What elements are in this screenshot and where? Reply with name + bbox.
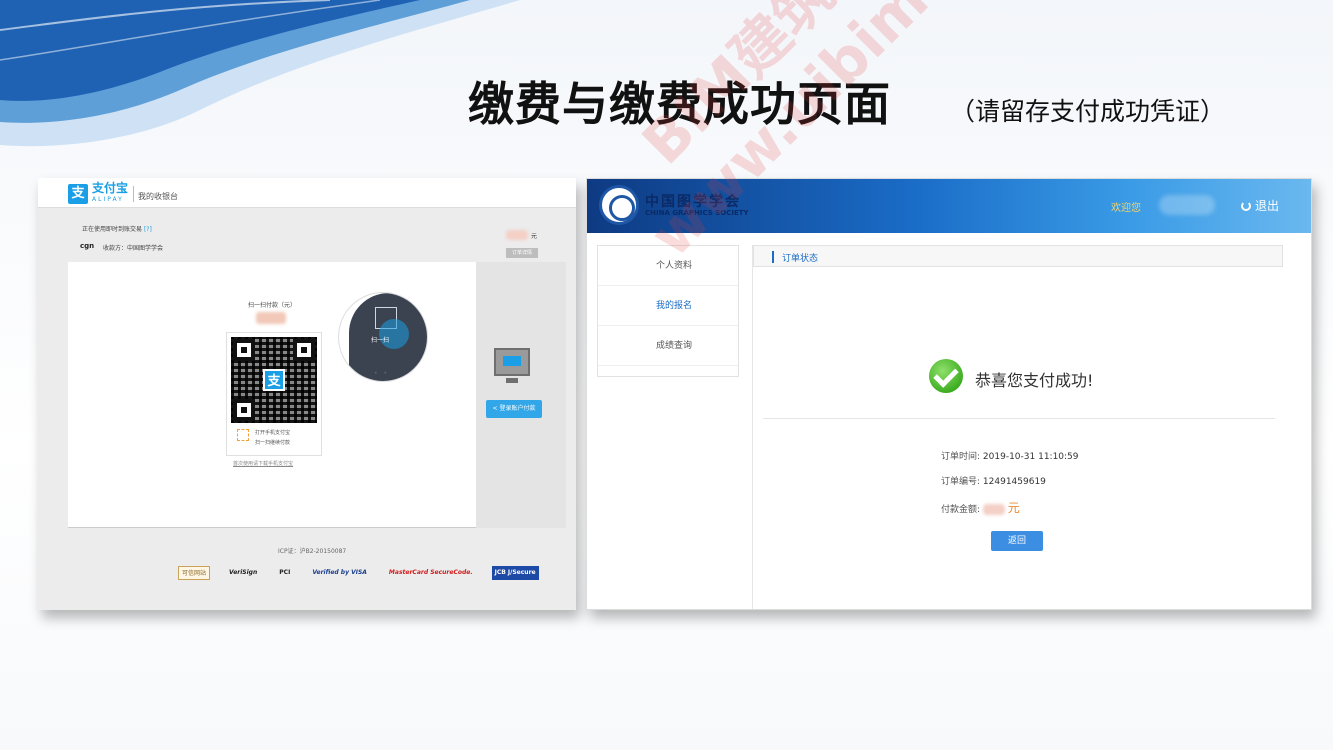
instruction-step-2: 扫一扫继续付款 bbox=[255, 440, 291, 446]
security-badges: 可信网站 VeriSign PCI Verified by VISA Maste… bbox=[178, 566, 539, 580]
slide-title: 缴费与缴费成功页面 bbox=[468, 77, 891, 131]
verified-by-visa-badge: Verified by VISA bbox=[312, 569, 367, 576]
cgs-payment-success-screenshot: 中国图学学会 CHINA GRAPHICS SOCIETY 欢迎您 退出 个人资… bbox=[586, 178, 1312, 610]
redacted-scan-amount bbox=[256, 312, 286, 324]
jcb-badge: JCB J/Secure bbox=[491, 566, 539, 580]
order-detail-button[interactable]: 订单详情 bbox=[506, 248, 538, 258]
divider bbox=[763, 418, 1275, 419]
payment-amount-label: 付款金额: bbox=[941, 505, 981, 515]
login-account-pay-button[interactable]: < 登录账户付款 bbox=[486, 400, 542, 418]
alipay-cashier-screenshot: 支 支付宝 ALIPAY 我的收银台 正在使用即时到账交易 [?] cgn 收款… bbox=[38, 178, 576, 610]
scan-icon bbox=[237, 429, 249, 441]
transaction-notice-text: 正在使用即时到账交易 bbox=[82, 226, 143, 233]
scan-pay-label: 扫一扫付款（元） bbox=[248, 302, 297, 309]
cgs-header: 中国图学学会 CHINA GRAPHICS SOCIETY 欢迎您 退出 bbox=[587, 179, 1311, 233]
power-icon bbox=[1241, 201, 1251, 211]
transaction-notice: 正在使用即时到账交易 [?] bbox=[82, 224, 152, 233]
qr-finder-icon bbox=[293, 339, 315, 361]
content-divider bbox=[752, 245, 753, 609]
order-time-row: 订单时间: 2019-10-31 11:10:59 bbox=[941, 449, 1079, 462]
qr-pay-area: 扫一扫付款（元） 支 打开手机支付宝 扫一扫继续付款 首次使用请下载手机支付宝 … bbox=[68, 262, 476, 528]
success-check-icon bbox=[929, 359, 963, 393]
pci-badge: PCI bbox=[279, 569, 291, 576]
alipay-brand: 支付宝 bbox=[92, 181, 129, 195]
phone-scan-illustration: 扫一扫 bbox=[338, 292, 428, 382]
order-number-value: 12491459619 bbox=[982, 477, 1046, 487]
hand-icon bbox=[379, 319, 409, 349]
sidebar-item-profile[interactable]: 个人资料 bbox=[598, 246, 738, 286]
qr-finder-icon bbox=[233, 339, 255, 361]
sidebar-menu: 个人资料 我的报名 成绩查询 bbox=[597, 245, 739, 377]
payer-name: cgn bbox=[80, 242, 95, 250]
back-button[interactable]: 返回 bbox=[991, 531, 1043, 551]
redacted-amount bbox=[506, 230, 528, 240]
monitor-stand-icon bbox=[506, 378, 518, 383]
payment-amount-row: 付款金额: 元 bbox=[941, 499, 1020, 516]
account-pay-area: < 登录账户付款 bbox=[476, 262, 566, 528]
payment-amount-unit: 元 bbox=[1007, 501, 1020, 515]
cgs-emblem-icon bbox=[599, 185, 639, 225]
welcome-text: 欢迎您 bbox=[1111, 203, 1141, 214]
logout-label: 退出 bbox=[1255, 199, 1280, 213]
sidebar-item-my-registration[interactable]: 我的报名 bbox=[598, 286, 738, 326]
cgs-name-en: CHINA GRAPHICS SOCIETY bbox=[645, 209, 749, 217]
icp-license: ICP证：沪B2-20150087 bbox=[278, 548, 347, 555]
alipay-screen-logo-icon bbox=[503, 356, 521, 366]
decorative-swoosh bbox=[0, 0, 520, 147]
verisign-badge: VeriSign bbox=[229, 569, 258, 576]
carousel-dots: • • bbox=[374, 370, 389, 377]
help-link[interactable]: [?] bbox=[144, 226, 152, 233]
redacted-payment-amount bbox=[982, 504, 1005, 515]
success-message: 恭喜您支付成功! bbox=[975, 371, 1094, 390]
alipay-logo-icon: 支 bbox=[68, 184, 88, 204]
qr-finder-icon bbox=[233, 399, 255, 421]
order-number-label: 订单编号: bbox=[941, 477, 981, 487]
qr-code-icon[interactable]: 支 bbox=[231, 337, 317, 423]
order-time-label: 订单时间: bbox=[941, 452, 981, 462]
mastercard-securecode-badge: MasterCard SecureCode. bbox=[388, 569, 473, 576]
amount-unit: 元 bbox=[531, 233, 538, 240]
instruction-step-1: 打开手机支付宝 bbox=[255, 430, 291, 436]
trusted-site-badge: 可信网站 bbox=[178, 566, 211, 580]
logout-button[interactable]: 退出 bbox=[1241, 197, 1279, 214]
alipay-brand-en: ALIPAY bbox=[92, 196, 124, 203]
qr-code-card: 支 打开手机支付宝 扫一扫继续付款 bbox=[226, 332, 322, 456]
qr-alipay-logo-icon: 支 bbox=[263, 369, 285, 391]
header-divider bbox=[133, 186, 134, 202]
cgs-name: 中国图学学会 bbox=[645, 194, 741, 210]
monitor-icon bbox=[494, 348, 530, 376]
sidebar-item-score-query[interactable]: 成绩查询 bbox=[598, 326, 738, 366]
section-bar bbox=[772, 251, 774, 263]
slide-subtitle: （请留存支付成功凭证） bbox=[950, 97, 1226, 126]
order-number-row: 订单编号: 12491459619 bbox=[941, 474, 1046, 487]
section-title: 订单状态 bbox=[782, 254, 819, 264]
order-time-value: 2019-10-31 11:10:59 bbox=[982, 452, 1079, 462]
phone-scan-label: 扫一扫 bbox=[371, 337, 390, 344]
payee-text: 收款方：中国图学学会 bbox=[103, 245, 164, 252]
redacted-username bbox=[1159, 195, 1215, 215]
order-status-header: 订单状态 bbox=[753, 245, 1283, 267]
download-app-link[interactable]: 首次使用请下载手机支付宝 bbox=[233, 460, 293, 467]
cashier-title: 我的收银台 bbox=[138, 192, 178, 201]
alipay-header: 支 支付宝 ALIPAY 我的收银台 bbox=[38, 178, 576, 208]
